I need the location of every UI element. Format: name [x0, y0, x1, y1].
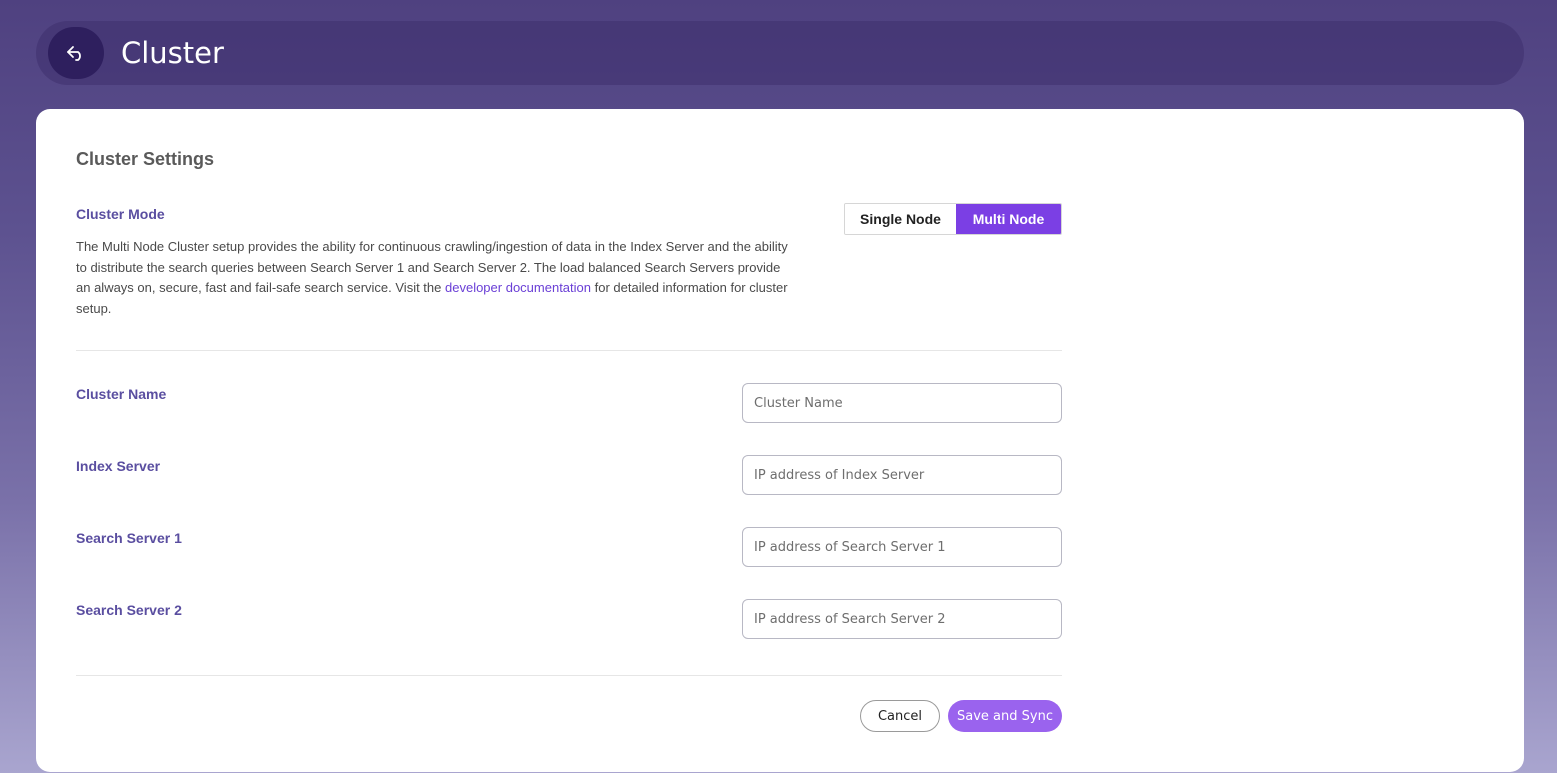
index-server-input[interactable] — [742, 455, 1062, 495]
settings-card: Cluster Settings Cluster Mode The Multi … — [36, 109, 1524, 772]
divider-bottom — [76, 675, 1062, 676]
back-arrow-icon — [67, 46, 81, 61]
save-and-sync-button[interactable]: Save and Sync — [948, 700, 1062, 732]
search-server-1-label: Search Server 1 — [76, 530, 182, 546]
index-server-label: Index Server — [76, 458, 161, 474]
multi-node-option[interactable]: Multi Node — [956, 204, 1061, 234]
section-title: Cluster Settings — [76, 149, 215, 169]
search-server-2-label: Search Server 2 — [76, 602, 182, 618]
page-title: Cluster — [121, 36, 224, 70]
cluster-name-input[interactable] — [742, 383, 1062, 423]
header-bar: Cluster — [36, 21, 1524, 85]
single-node-option[interactable]: Single Node — [845, 204, 956, 234]
developer-documentation-link[interactable]: developer documentation — [445, 280, 591, 295]
cluster-mode-toggle: Single Node Multi Node — [844, 203, 1062, 235]
cluster-mode-description: The Multi Node Cluster setup provides th… — [76, 237, 788, 319]
cluster-mode-label: Cluster Mode — [76, 206, 165, 222]
cancel-button[interactable]: Cancel — [860, 700, 940, 732]
search-server-1-input[interactable] — [742, 527, 1062, 567]
search-server-2-input[interactable] — [742, 599, 1062, 639]
divider — [76, 350, 1062, 351]
cluster-name-label: Cluster Name — [76, 386, 167, 402]
back-button[interactable] — [48, 27, 104, 79]
